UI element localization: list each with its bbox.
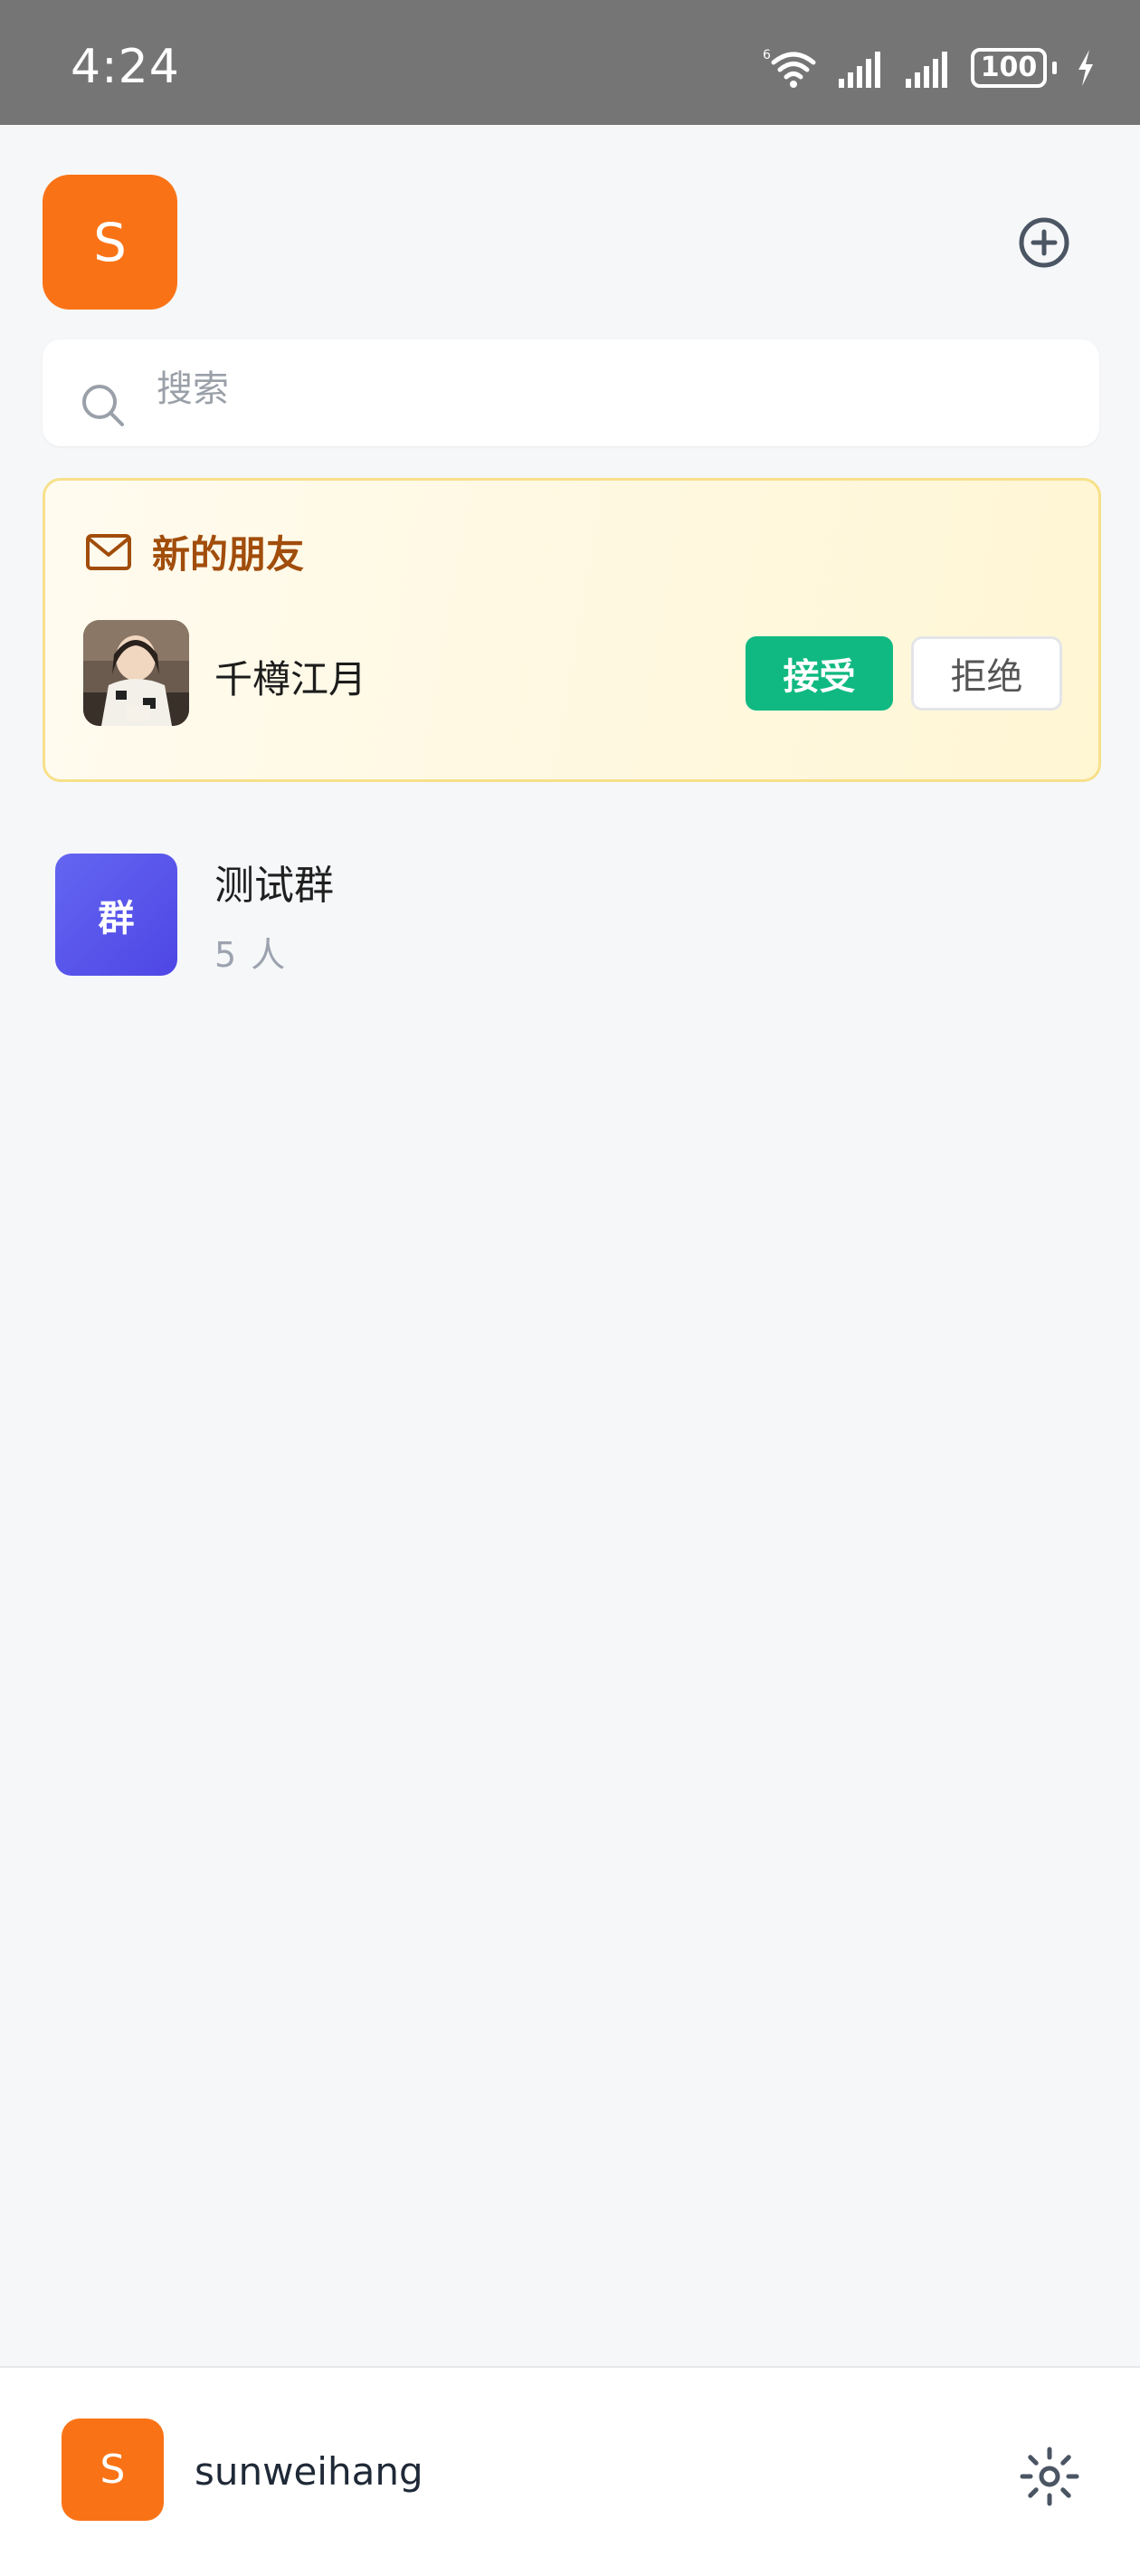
- card-title: 新的朋友: [152, 532, 305, 577]
- add-circle-icon: [1019, 217, 1069, 268]
- settings-button[interactable]: [1013, 2440, 1086, 2513]
- username: sunweihang: [195, 2449, 423, 2494]
- profile-avatar-letter: S: [93, 211, 127, 273]
- friend-avatar[interactable]: [83, 620, 189, 726]
- user-avatar[interactable]: S: [62, 2419, 164, 2521]
- group-avatar-label: 群: [98, 897, 135, 940]
- search-box[interactable]: [43, 339, 1099, 446]
- status-bar: 4:24 6 100: [0, 0, 1140, 125]
- signal-icon: [906, 52, 947, 88]
- battery-icon: 100: [971, 48, 1057, 88]
- svg-text:6: 6: [763, 48, 771, 62]
- user-avatar-letter: S: [100, 2447, 126, 2493]
- friend-request-name: 千樽江月: [214, 657, 367, 701]
- mail-icon: [86, 533, 131, 570]
- search-input[interactable]: [155, 359, 1063, 419]
- reject-button[interactable]: 拒绝: [911, 636, 1062, 711]
- wifi-icon: 6: [763, 48, 816, 88]
- status-icons: 6 100: [763, 43, 1097, 92]
- settings-icon: [1020, 2447, 1079, 2506]
- new-friends-card: 新的朋友 千樽江月 接受 拒绝: [43, 478, 1101, 782]
- accept-button[interactable]: 接受: [746, 636, 893, 711]
- status-time: 4:24: [71, 40, 180, 94]
- charging-icon: [1078, 50, 1093, 86]
- bottom-bar: S sunweihang: [0, 2366, 1140, 2576]
- card-header: 新的朋友: [85, 524, 304, 579]
- battery-level: 100: [971, 48, 1047, 88]
- group-member-count: 5 人: [214, 935, 288, 975]
- add-button[interactable]: [1015, 214, 1073, 272]
- profile-avatar[interactable]: S: [43, 175, 177, 310]
- signal-icon: [839, 52, 880, 88]
- search-icon: [82, 385, 124, 426]
- group-avatar: 群: [55, 854, 177, 976]
- list-item[interactable]: 群 测试群 5 人: [36, 833, 1104, 987]
- group-name: 测试群: [214, 863, 334, 909]
